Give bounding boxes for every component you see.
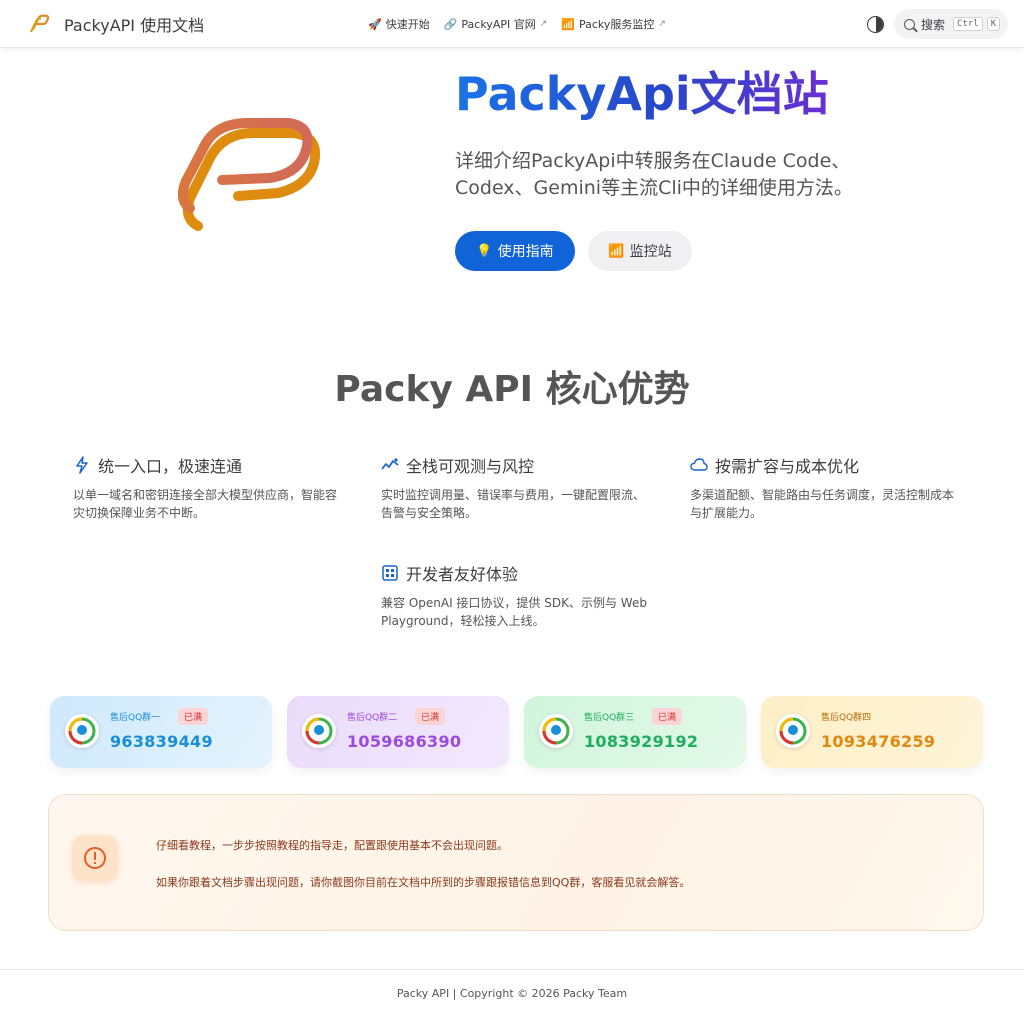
qq-group-number: 1083929192 bbox=[584, 732, 699, 751]
feature-item: 统一入口，极速连通 以单一域名和密钥连接全部大模型供应商，智能容灾切换保障业务不… bbox=[73, 453, 343, 522]
nav-quick-start-label: 快速开始 bbox=[385, 18, 430, 31]
shortcut-key-k: K bbox=[986, 17, 1001, 31]
activity-icon bbox=[381, 458, 399, 470]
notice-line-2: 如果你跟着文档步骤出现问题，请你截图你目前在文档中所到的步骤跟报错信息到QQ群，… bbox=[156, 876, 691, 889]
feature-desc: 兼容 OpenAI 接口协议，提供 SDK、示例与 Web Playground… bbox=[381, 596, 647, 628]
notice-icon-box bbox=[72, 835, 118, 881]
group-full-badge: 已满 bbox=[415, 708, 446, 725]
lightbulb-icon: 💡 bbox=[476, 243, 493, 259]
chart-icon: 📶 bbox=[608, 243, 625, 259]
search-button[interactable]: 搜索 Ctrl K bbox=[894, 9, 1008, 39]
qq-icon bbox=[776, 714, 810, 748]
qq-group-card-1[interactable]: 售后QQ群一 已满 963839449 bbox=[50, 696, 272, 768]
qq-icon bbox=[302, 714, 336, 748]
qq-group-label: 售后QQ群一 bbox=[110, 713, 161, 723]
footer-copyright: Packy API | Copyright © 2026 Packy Team bbox=[396, 987, 628, 1000]
alert-circle-icon bbox=[84, 847, 106, 869]
chip-icon bbox=[382, 565, 398, 581]
qq-icon bbox=[65, 714, 99, 748]
qq-group-label: 售后QQ群二 bbox=[347, 713, 398, 723]
notice-line-1: 仔细看教程，一步步按照教程的指导走，配置跟使用基本不会出现问题。 bbox=[156, 839, 508, 852]
feature-title: 全栈可观测与风控 bbox=[406, 457, 535, 476]
link-icon: 🔗 bbox=[443, 17, 458, 31]
top-nav: PackyAPI 使用文档 🚀 快速开始 🔗 PackyAPI 官网 ↗ 📶 P… bbox=[0, 0, 1024, 48]
nav-quick-start[interactable]: 🚀 快速开始 bbox=[368, 16, 430, 32]
external-link-icon: ↗ bbox=[539, 19, 548, 29]
monitor-button[interactable]: 📶 监控站 bbox=[588, 231, 692, 271]
feature-desc: 实时监控调用量、错误率与费用，一键配置限流、告警与安全策略。 bbox=[381, 488, 646, 520]
features-title: Packy API 核心优势 bbox=[334, 369, 690, 410]
rocket-icon: 🚀 bbox=[368, 17, 382, 31]
monitor-button-label: 监控站 bbox=[629, 244, 672, 260]
nav-official-site[interactable]: 🔗 PackyAPI 官网 ↗ bbox=[444, 16, 548, 32]
qq-icon bbox=[539, 714, 573, 748]
feature-title: 按需扩容与成本优化 bbox=[715, 457, 860, 476]
nav-service-monitor-label: Packy服务监控 bbox=[578, 18, 655, 31]
external-link-icon: ↗ bbox=[658, 19, 666, 29]
theme-toggle-icon[interactable] bbox=[867, 16, 884, 33]
cloud-icon bbox=[690, 458, 708, 471]
qq-group-card-4[interactable]: 售后QQ群四 1093476259 bbox=[761, 696, 983, 768]
nav-official-site-label: PackyAPI 官网 bbox=[461, 18, 536, 31]
qq-group-number: 963839449 bbox=[110, 732, 213, 751]
nav-service-monitor[interactable]: 📶 Packy服务监控 ↗ bbox=[561, 16, 666, 32]
guide-button-label: 使用指南 bbox=[497, 244, 554, 260]
shortcut-key-ctrl: Ctrl bbox=[953, 17, 983, 31]
hero-description: 详细介绍PackyApi中转服务在Claude Code、Codex、Gemin… bbox=[455, 150, 853, 199]
guide-button[interactable]: 💡 使用指南 bbox=[455, 231, 575, 271]
qq-group-label: 售后QQ群四 bbox=[821, 713, 872, 723]
feature-title: 统一入口，极速连通 bbox=[98, 457, 243, 476]
search-label: 搜索 bbox=[921, 17, 946, 32]
feature-item: 开发者友好体验 兼容 OpenAI 接口协议，提供 SDK、示例与 Web Pl… bbox=[381, 561, 651, 630]
footer: Packy API | Copyright © 2026 Packy Team bbox=[0, 969, 1024, 1015]
chart-icon: 📶 bbox=[561, 17, 575, 31]
hero-logo-icon bbox=[178, 118, 320, 231]
lightning-icon bbox=[76, 456, 88, 474]
qq-group-card-3[interactable]: 售后QQ群三 已满 1083929192 bbox=[524, 696, 746, 768]
feature-item: 按需扩容与成本优化 多渠道配额、智能路由与任务调度，灵活控制成本与扩展能力。 bbox=[690, 453, 960, 522]
brand-link[interactable]: PackyAPI 使用文档 bbox=[28, 12, 204, 36]
hero-title: PackyApi文档站 bbox=[455, 58, 829, 124]
packy-logo-icon bbox=[30, 14, 50, 33]
qq-group-label: 售后QQ群三 bbox=[584, 713, 635, 723]
nav-links: 🚀 快速开始 🔗 PackyAPI 官网 ↗ 📶 Packy服务监控 ↗ bbox=[368, 16, 680, 32]
feature-desc: 多渠道配额、智能路由与任务调度，灵活控制成本与扩展能力。 bbox=[690, 488, 955, 520]
qq-group-number: 1059686390 bbox=[347, 732, 462, 751]
qq-group-card-2[interactable]: 售后QQ群二 已满 1059686390 bbox=[287, 696, 509, 768]
brand-title: PackyAPI 使用文档 bbox=[64, 16, 205, 35]
notice-box: 仔细看教程，一步步按照教程的指导走，配置跟使用基本不会出现问题。 如果你跟着文档… bbox=[48, 794, 984, 931]
group-full-badge: 已满 bbox=[178, 708, 209, 725]
feature-desc: 以单一域名和密钥连接全部大模型供应商，智能容灾切换保障业务不中断。 bbox=[73, 488, 338, 520]
feature-title: 开发者友好体验 bbox=[406, 565, 519, 584]
group-full-badge: 已满 bbox=[652, 708, 683, 725]
qq-group-number: 1093476259 bbox=[821, 732, 936, 751]
feature-item: 全栈可观测与风控 实时监控调用量、错误率与费用，一键配置限流、告警与安全策略。 bbox=[381, 453, 651, 522]
search-icon bbox=[904, 18, 915, 30]
